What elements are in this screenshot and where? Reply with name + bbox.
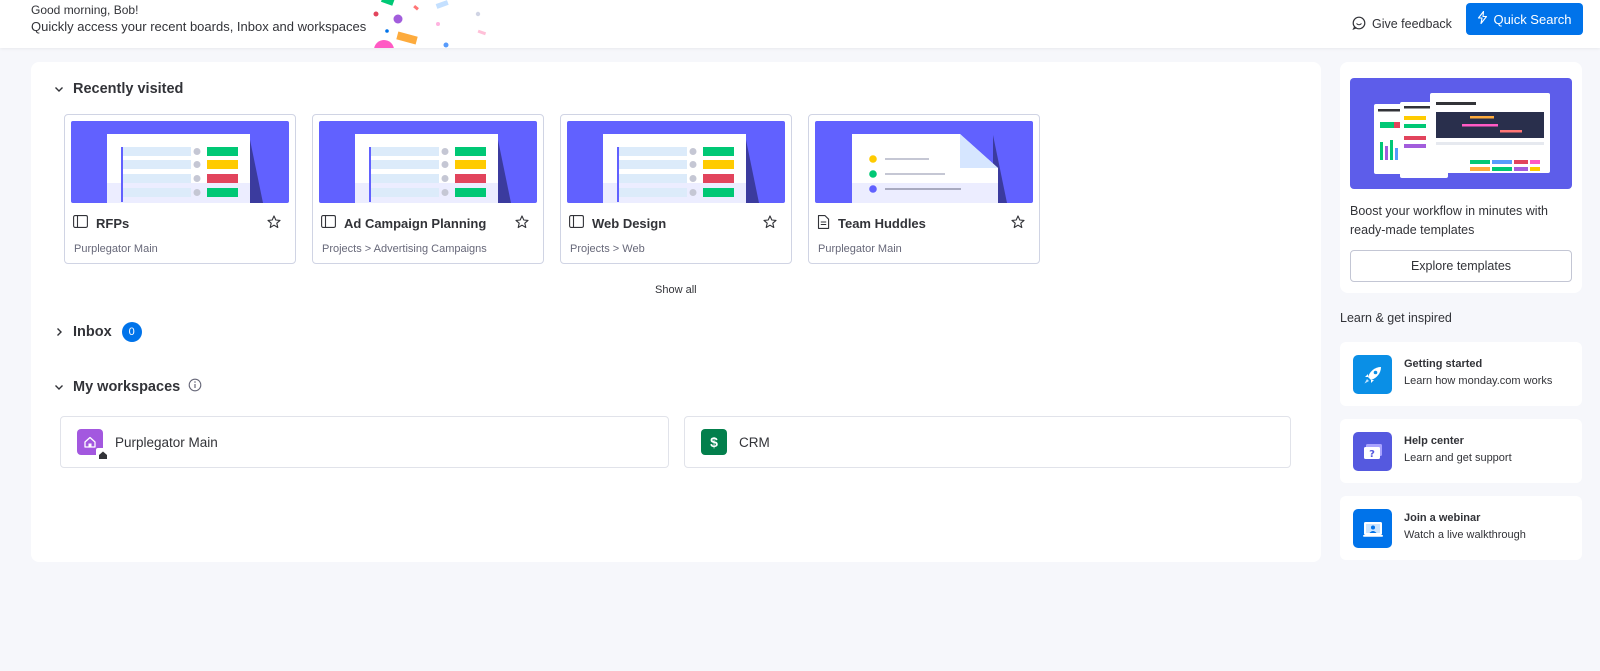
card-title-label: Ad Campaign Planning xyxy=(344,215,487,231)
star-icon[interactable] xyxy=(267,215,281,234)
chevron-down-icon xyxy=(53,381,65,393)
inbox-title: Inbox xyxy=(73,324,112,340)
workspace-card-crm[interactable]: $ CRM xyxy=(684,416,1291,468)
card-path: Purplegator Main xyxy=(74,243,158,255)
home-icon xyxy=(77,429,109,461)
templates-promo-text: Boost your workflow in minutes with read… xyxy=(1350,204,1548,237)
card-title-label: Team Huddles xyxy=(838,216,926,231)
board-icon xyxy=(321,215,336,231)
star-icon[interactable] xyxy=(515,215,529,234)
learn-card-title: Help center xyxy=(1404,435,1464,447)
lightning-icon xyxy=(1477,10,1488,27)
my-workspaces-header[interactable]: My workspaces xyxy=(53,378,202,396)
main-panel: Recently visited RFPs Purplegator Main A… xyxy=(31,62,1321,562)
svg-text:?: ? xyxy=(1369,449,1375,460)
chevron-right-icon xyxy=(53,326,65,338)
board-thumbnail xyxy=(567,121,785,203)
webinar-icon xyxy=(1353,509,1392,548)
star-icon[interactable] xyxy=(763,215,777,234)
recent-board-card[interactable]: Web Design Projects > Web xyxy=(560,114,792,264)
card-title-label: Web Design xyxy=(592,215,667,231)
card-path: Projects > Web xyxy=(570,243,645,255)
greeting-text: Good morning, Bob! xyxy=(31,3,139,17)
learn-card-title: Join a webinar xyxy=(1404,512,1481,524)
dollar-icon: $ xyxy=(701,429,727,455)
recently-visited-header[interactable]: Recently visited xyxy=(53,81,183,97)
recently-visited-title: Recently visited xyxy=(73,81,184,97)
chevron-down-icon xyxy=(53,83,65,95)
card-title: Ad Campaign Planning xyxy=(321,215,486,231)
board-thumbnail xyxy=(71,121,289,203)
star-icon[interactable] xyxy=(1011,215,1025,234)
recent-board-card[interactable]: Ad Campaign Planning Projects > Advertis… xyxy=(312,114,544,264)
inbox-header[interactable]: Inbox 0 xyxy=(53,322,142,342)
confetti-decoration xyxy=(370,0,500,48)
explore-templates-button[interactable]: Explore templates xyxy=(1350,250,1572,282)
give-feedback-label: Give feedback xyxy=(1372,17,1452,31)
learn-card-getting-started[interactable]: Getting started Learn how monday.com wor… xyxy=(1340,342,1582,406)
workspace-card-purplegator-main[interactable]: Purplegator Main xyxy=(60,416,669,468)
card-title: Web Design xyxy=(569,215,666,231)
card-path: Purplegator Main xyxy=(818,243,902,255)
learn-card-subtitle: Learn how monday.com works xyxy=(1404,375,1553,387)
learn-card-help-center[interactable]: ? Help center Learn and get support xyxy=(1340,419,1582,483)
board-icon xyxy=(569,215,584,231)
my-workspaces-title: My workspaces xyxy=(73,379,181,395)
learn-card-subtitle: Learn and get support xyxy=(1404,452,1512,464)
help-icon: ? xyxy=(1353,432,1392,471)
learn-card-subtitle: Watch a live walkthrough xyxy=(1404,529,1526,541)
templates-panel: Boost your workflow in minutes with read… xyxy=(1340,62,1582,293)
card-title: Team Huddles xyxy=(817,215,926,232)
doc-thumbnail xyxy=(815,121,1033,203)
card-title-label: RFPs xyxy=(96,215,130,231)
home-badge-icon xyxy=(96,448,109,461)
header-subtitle: Quickly access your recent boards, Inbox… xyxy=(31,19,367,34)
quick-search-button[interactable]: Quick Search xyxy=(1466,3,1583,35)
card-title: RFPs xyxy=(73,215,129,231)
workspace-name: CRM xyxy=(739,434,770,450)
board-thumbnail xyxy=(319,121,537,203)
quick-search-label: Quick Search xyxy=(1493,11,1572,27)
templates-preview-image xyxy=(1350,78,1572,189)
info-icon[interactable] xyxy=(188,378,202,396)
recent-boards-list: RFPs Purplegator Main Ad Campaign Planni… xyxy=(64,114,1040,264)
show-all-button[interactable]: Show all xyxy=(655,284,697,296)
inbox-count-badge: 0 xyxy=(121,322,142,342)
recent-board-card[interactable]: RFPs Purplegator Main xyxy=(64,114,296,264)
give-feedback-button[interactable]: Give feedback xyxy=(1352,10,1452,38)
recent-board-card[interactable]: Team Huddles Purplegator Main xyxy=(808,114,1040,264)
feedback-icon xyxy=(1352,16,1366,33)
learn-card-webinar[interactable]: Join a webinar Watch a live walkthrough xyxy=(1340,496,1582,560)
learn-section-title: Learn & get inspired xyxy=(1340,311,1452,325)
learn-card-title: Getting started xyxy=(1404,358,1483,370)
card-path: Projects > Advertising Campaigns xyxy=(322,243,487,255)
top-header: Good morning, Bob! Quickly access your r… xyxy=(0,0,1600,48)
workspace-name: Purplegator Main xyxy=(115,434,218,450)
doc-icon xyxy=(817,215,830,232)
board-icon xyxy=(73,215,88,231)
rocket-icon xyxy=(1353,355,1392,394)
